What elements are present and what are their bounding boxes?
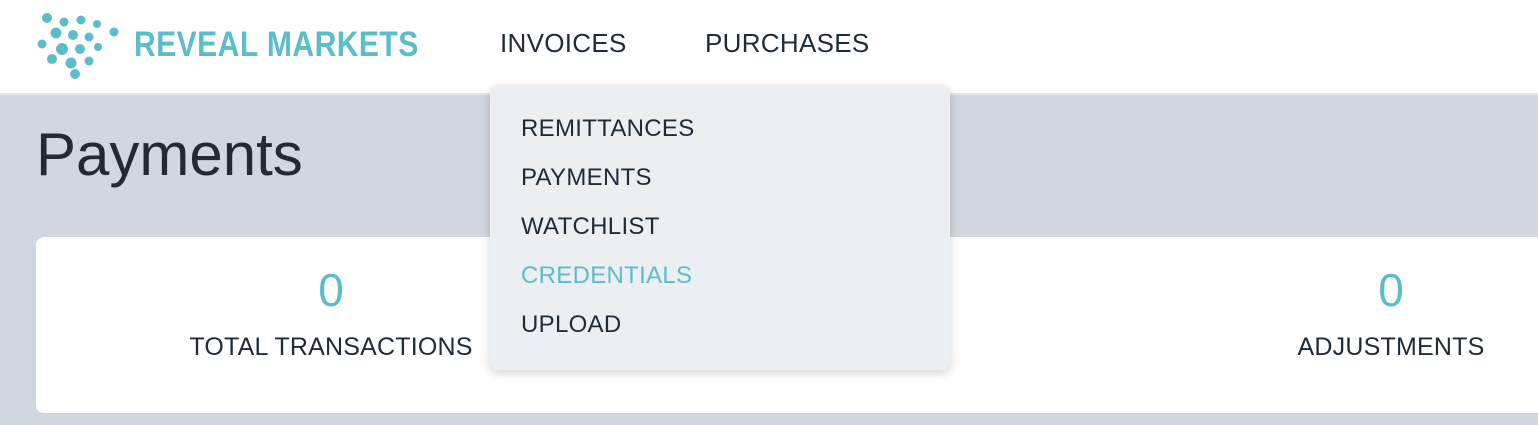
nav-purchases[interactable]: PURCHASES (705, 28, 870, 59)
stat-total-transactions: 0 TOTAL TRANSACTIONS (189, 267, 472, 362)
nav-invoices[interactable]: INVOICES (500, 28, 627, 59)
molecule-dots-icon (34, 11, 120, 79)
stat-label: ADJUSTMENTS (1297, 333, 1485, 361)
menu-item-watchlist[interactable]: WATCHLIST (521, 213, 660, 241)
stat-adjustments: 0 ADJUSTMENTS (1298, 267, 1485, 362)
menu-item-payments[interactable]: PAYMENTS (521, 164, 652, 192)
page-title: Payments (36, 121, 303, 188)
top-navigation-bar: REVEAL MARKETS INVOICES PURCHASES (0, 0, 1538, 95)
menu-item-credentials[interactable]: CREDENTIALS (521, 262, 692, 290)
stat-value: 0 (1378, 264, 1404, 316)
brand-logo[interactable]: REVEAL MARKETS (34, 10, 465, 80)
menu-item-remittances[interactable]: REMITTANCES (521, 115, 695, 143)
invoices-dropdown-menu: REMITTANCES PAYMENTS WATCHLIST CREDENTIA… (490, 85, 950, 370)
stat-value: 0 (318, 264, 344, 316)
stat-label: TOTAL TRANSACTIONS (189, 333, 473, 361)
brand-name: REVEAL MARKETS (134, 25, 419, 64)
menu-item-upload[interactable]: UPLOAD (521, 311, 622, 339)
